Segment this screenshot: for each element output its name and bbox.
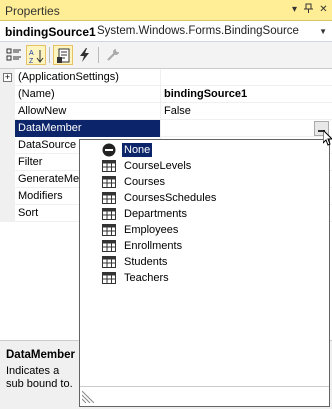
resize-bar — [80, 386, 329, 407]
table-icon — [102, 224, 116, 236]
column-separator — [160, 120, 161, 137]
expand-icon[interactable]: + — [3, 73, 12, 82]
property-value[interactable]: False — [164, 105, 191, 117]
row-gutter — [0, 120, 15, 137]
row-gutter — [0, 86, 15, 103]
column-separator — [160, 86, 161, 103]
property-name: (ApplicationSettings) — [18, 71, 119, 83]
row-gutter: + — [0, 69, 15, 86]
toolbar-separator — [49, 47, 50, 63]
list-item-label: Departments — [124, 208, 187, 220]
object-type: System.Windows.Forms.BindingSource — [97, 25, 299, 37]
description-title: DataMember — [6, 349, 76, 361]
property-name: AllowNew — [18, 105, 67, 117]
property-value[interactable]: bindingSource1 — [164, 88, 247, 100]
row-gutter — [0, 137, 15, 154]
property-row-name[interactable]: (Name) bindingSource1 — [0, 86, 332, 103]
alphabetical-icon: A Z — [29, 50, 44, 64]
row-gutter — [0, 154, 15, 171]
description-text: Indicates a sub bound to. — [6, 365, 73, 390]
property-row-allownew[interactable]: AllowNew False — [0, 103, 332, 120]
window-title: Properties — [5, 4, 60, 18]
svg-text:A: A — [29, 50, 34, 57]
table-icon — [102, 192, 116, 204]
property-pages-button[interactable] — [103, 45, 123, 65]
table-icon — [102, 160, 116, 172]
datamember-dropdown-list[interactable]: None CourseLevels Courses CoursesSchedul… — [79, 139, 330, 407]
list-item-label: Employees — [124, 224, 179, 236]
list-item-label: CourseLevels — [124, 160, 192, 172]
list-item-label: Courses — [124, 176, 165, 188]
row-gutter — [0, 205, 15, 222]
events-button[interactable] — [75, 45, 95, 65]
categorized-icon — [6, 48, 21, 61]
list-item-label: Enrollments — [124, 240, 183, 252]
events-icon — [80, 48, 89, 62]
none-icon — [102, 143, 116, 157]
properties-toolbar: A Z — [0, 42, 332, 69]
property-row-datamember[interactable]: DataMember — [0, 120, 332, 137]
column-separator — [160, 103, 161, 120]
list-item-label: Students — [124, 256, 168, 268]
properties-icon — [57, 48, 70, 63]
property-name: DataMember — [15, 120, 160, 137]
property-name: (Name) — [18, 88, 55, 100]
object-selector[interactable]: bindingSource1 System.Windows.Forms.Bind… — [0, 21, 332, 42]
properties-button[interactable] — [53, 45, 73, 65]
list-item-label: CoursesSchedules — [124, 192, 217, 204]
object-name: bindingSource1 — [5, 25, 96, 39]
list-item-label: Teachers — [124, 272, 169, 284]
table-icon — [102, 272, 116, 284]
mouse-cursor-icon — [323, 130, 332, 146]
properties-title-bar: Properties ▾ ✕ — [0, 0, 332, 21]
window-position-dropdown-icon[interactable]: ▾ — [288, 3, 301, 16]
table-icon — [102, 176, 116, 188]
resize-grip-icon[interactable] — [82, 391, 94, 403]
categorized-button[interactable] — [4, 45, 24, 65]
table-icon — [102, 256, 116, 268]
property-row-applicationsettings[interactable]: + (ApplicationSettings) — [0, 69, 332, 86]
toolbar-separator — [98, 47, 99, 63]
row-gutter — [0, 171, 15, 188]
table-icon — [102, 208, 116, 220]
close-icon[interactable]: ✕ — [317, 3, 330, 16]
chevron-down-icon[interactable]: ▼ — [319, 27, 327, 36]
list-item-label: None — [122, 143, 153, 157]
row-gutter — [0, 188, 15, 205]
table-icon — [102, 240, 116, 252]
pin-icon[interactable] — [302, 3, 315, 16]
column-separator — [160, 69, 161, 86]
svg-text:Z: Z — [29, 58, 34, 64]
alphabetical-button[interactable]: A Z — [26, 45, 46, 65]
row-gutter — [0, 103, 15, 120]
wrench-icon — [107, 49, 119, 61]
